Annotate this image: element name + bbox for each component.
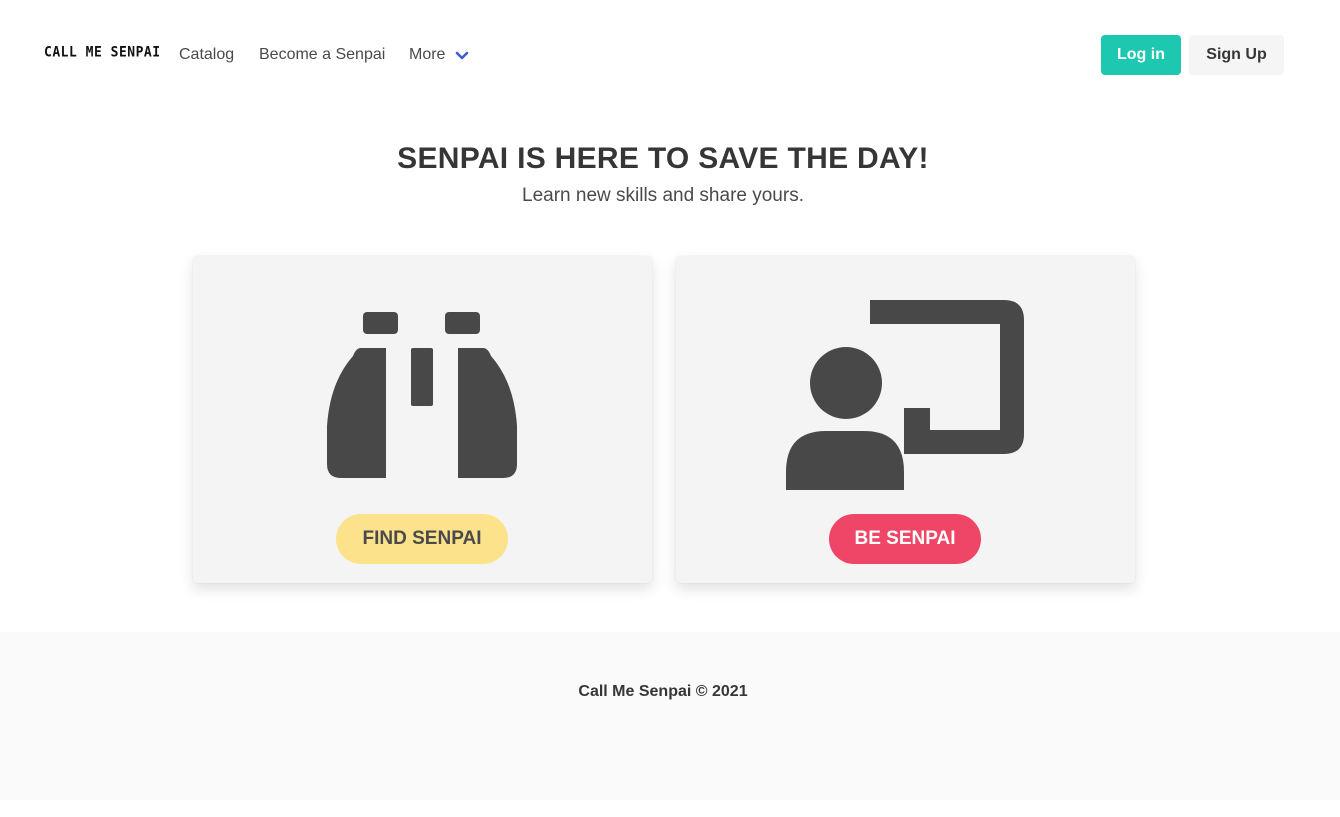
navbar: CALL ME SENPAI Catalog Become a Senpai M… [0, 0, 1340, 110]
chalkboard-teacher-icon [786, 300, 1024, 490]
nav-link-become-senpai[interactable]: Become a Senpai [259, 45, 385, 65]
find-senpai-button[interactable]: FIND SENPAI [336, 514, 508, 564]
site-logo[interactable]: CALL ME SENPAI [44, 44, 161, 61]
find-senpai-card: FIND SENPAI [193, 256, 652, 583]
chevron-down-icon[interactable] [454, 48, 470, 64]
nav-dropdown-more[interactable]: More [409, 45, 445, 65]
login-button[interactable]: Log in [1101, 35, 1181, 75]
footer: Call Me Senpai © 2021 [0, 632, 1340, 800]
hero-subtitle: Learn new skills and share yours. [522, 185, 804, 206]
signup-button[interactable]: Sign Up [1189, 35, 1284, 75]
footer-copyright: Call Me Senpai © 2021 [578, 683, 748, 700]
binoculars-icon [327, 312, 517, 478]
hero-title: SENPAI IS HERE TO SAVE THE DAY! [397, 142, 929, 175]
be-senpai-button[interactable]: BE SENPAI [829, 514, 981, 564]
nav-link-catalog[interactable]: Catalog [179, 45, 234, 65]
be-senpai-card: BE SENPAI [676, 256, 1135, 583]
